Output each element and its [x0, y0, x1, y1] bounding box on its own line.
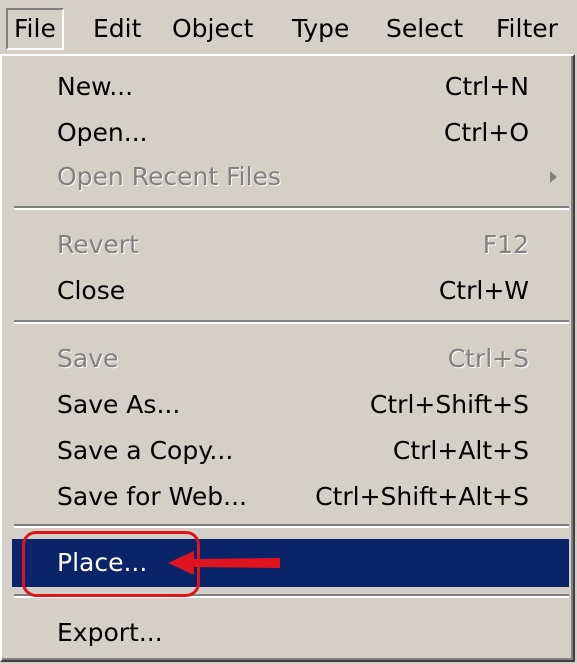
menu-item-close[interactable]: Close Ctrl+W: [12, 268, 569, 314]
menu-item-export[interactable]: Export...: [12, 610, 569, 656]
menu-item-shortcut: Ctrl+N: [444, 72, 529, 101]
menu-item-open[interactable]: Open... Ctrl+O: [12, 110, 569, 156]
menu-edit[interactable]: Edit: [87, 8, 147, 50]
menu-separator: [14, 206, 569, 210]
menu-filter[interactable]: Filter: [490, 8, 564, 50]
menu-item-open-recent-files: Open Recent Files: [12, 154, 569, 200]
menu-item-shortcut: F12: [482, 230, 529, 259]
annotation-arrow-icon: [168, 551, 280, 575]
menu-select[interactable]: Select: [380, 8, 469, 50]
submenu-arrow-icon: [550, 171, 557, 183]
menu-item-new[interactable]: New... Ctrl+N: [12, 64, 569, 110]
menu-item-shortcut: Ctrl+O: [443, 118, 529, 147]
menu-item-shortcut: Ctrl+Alt+S: [392, 436, 529, 465]
menu-bar: File Edit Object Type Select Filter: [0, 0, 577, 56]
menu-item-shortcut: Ctrl+W: [438, 276, 529, 305]
menu-item-label: Revert: [57, 230, 139, 259]
menu-item-label: New...: [57, 72, 134, 101]
menu-object[interactable]: Object: [166, 8, 259, 50]
menu-item-save: Save Ctrl+S: [12, 336, 569, 382]
menu-file[interactable]: File: [6, 8, 64, 50]
menu-item-label: Save a Copy...: [57, 436, 234, 465]
menu-item-label: Close: [57, 276, 126, 305]
menu-item-label: Save: [57, 344, 119, 373]
menu-item-save-a-copy[interactable]: Save a Copy... Ctrl+Alt+S: [12, 428, 569, 474]
menu-separator: [14, 320, 569, 324]
menu-item-save-as[interactable]: Save As... Ctrl+Shift+S: [12, 382, 569, 428]
menu-item-revert: Revert F12: [12, 222, 569, 268]
app-window: File Edit Object Type Select Filter New.…: [0, 0, 577, 664]
menu-type[interactable]: Type: [286, 8, 355, 50]
menu-item-shortcut: Ctrl+Shift+Alt+S: [315, 482, 529, 511]
menu-item-shortcut: Ctrl+S: [447, 344, 529, 373]
menu-item-shortcut: Ctrl+Shift+S: [369, 390, 529, 419]
menu-item-label: Export...: [57, 618, 163, 647]
menu-item-label: Open Recent Files: [57, 162, 281, 191]
menu-item-label: Save As...: [57, 390, 181, 419]
menu-item-label: Save for Web...: [57, 482, 247, 511]
menu-item-label: Open...: [57, 118, 148, 147]
menu-separator: [14, 524, 569, 528]
menu-item-save-for-web[interactable]: Save for Web... Ctrl+Shift+Alt+S: [12, 474, 569, 520]
